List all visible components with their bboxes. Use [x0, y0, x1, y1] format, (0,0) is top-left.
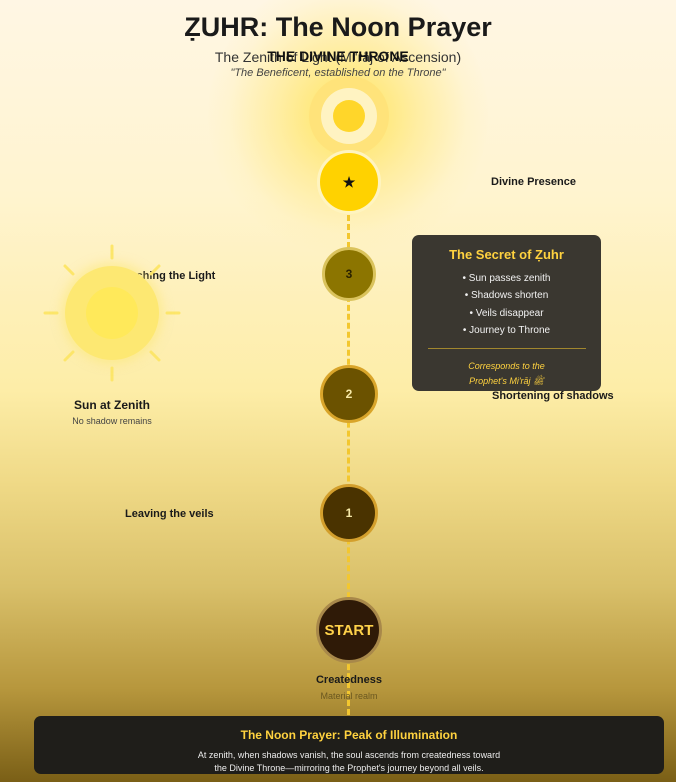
secret-panel-note: Prophet's Mi'rāj ﷺ — [469, 376, 544, 386]
secret-item: • Shadows shorten — [464, 290, 549, 301]
sun-at-zenith-title: Sun at Zenith — [74, 398, 150, 412]
secret-panel-divider — [428, 348, 586, 349]
sun-at-zenith-subtitle: No shadow remains — [72, 416, 152, 426]
page-title: ẒUHR: The Noon Prayer — [184, 12, 492, 42]
footer-title: The Noon Prayer: Peak of Illumination — [240, 728, 458, 742]
label-createdness: Createdness — [315, 674, 383, 686]
star-icon: ★ — [342, 173, 356, 190]
divine-throne-label: THE DIVINE THRONE — [267, 48, 409, 64]
label-divine-presence: Divine Presence — [491, 176, 576, 188]
node-start: START — [316, 597, 382, 663]
zenith-sun-core — [333, 100, 365, 132]
secret-panel-title: The Secret of Ẓuhr — [449, 247, 564, 262]
label-shortening-shadows: Shortening of shadows — [492, 390, 614, 402]
secret-item: • Sun passes zenith — [462, 273, 551, 284]
node-stage-3-number: 3 — [345, 267, 353, 281]
footer-text: the Divine Throne—mirroring the Prophet'… — [214, 763, 484, 773]
diagram-canvas: ẒUHR: The Noon Prayer The Zenith of Ligh… — [0, 0, 676, 782]
label-material-realm: Material realm — [320, 691, 378, 701]
node-stage-2-number: 2 — [345, 387, 353, 401]
node-stage-1: 1 — [320, 484, 378, 542]
label-leaving-veils: Leaving the veils — [125, 508, 214, 520]
node-stage-1-number: 1 — [345, 506, 353, 520]
secret-item: • Journey to Throne — [462, 325, 551, 336]
secret-panel-note: Corresponds to the — [468, 361, 545, 371]
footer-text: At zenith, when shadows vanish, the soul… — [197, 750, 501, 760]
secret-item: • Veils disappear — [469, 308, 544, 319]
node-stage-3: 3 — [322, 247, 376, 301]
node-stage-2: 2 — [320, 365, 378, 423]
sun-core — [86, 287, 138, 339]
node-start-label: START — [324, 621, 374, 639]
node-divine-throne: ★ — [317, 150, 381, 214]
